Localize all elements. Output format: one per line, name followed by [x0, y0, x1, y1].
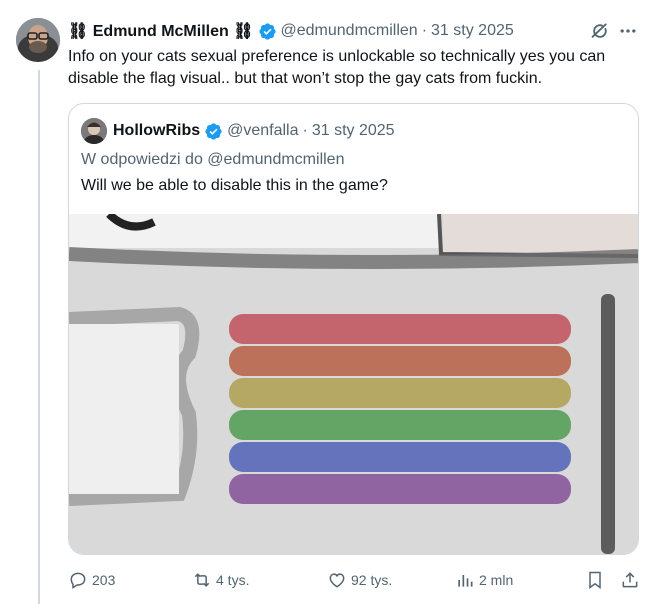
views-icon: [458, 575, 473, 587]
tweet-text: Info on your cats sexual preference is u…: [68, 48, 606, 87]
thread-line: [38, 70, 40, 604]
separator-dot: ·: [421, 22, 428, 39]
tweet-date[interactable]: 31 sty 2025: [431, 22, 514, 40]
quote-avatar[interactable]: [81, 118, 107, 144]
tweet-header: ⛓ Edmund McMillen ⛓ @edmundmcmillen · 31…: [68, 20, 514, 42]
flag-stripe: [229, 410, 571, 440]
quote-verified-badge-icon: [205, 122, 222, 140]
view-count: 2 mln: [479, 572, 514, 588]
quote-date[interactable]: 31 sty 2025: [312, 122, 395, 140]
replying-to: W odpowiedzi do @edmundmcmillen: [81, 151, 345, 168]
bookmark-icon: [589, 571, 601, 589]
quote-author-name[interactable]: HollowRibs: [113, 122, 200, 140]
reply-count: 203: [92, 572, 116, 588]
like-button[interactable]: 92 tys.: [327, 568, 392, 592]
action-bar: 203 4 tys. 92 tys. 2 mln: [68, 568, 640, 592]
repost-icon: [194, 573, 210, 587]
views-button[interactable]: 2 mln: [455, 568, 513, 592]
like-icon: [329, 573, 345, 588]
share-icon: [622, 572, 638, 588]
quote-media-image[interactable]: [69, 214, 638, 554]
verified-badge-icon: [258, 22, 276, 40]
flag-stripe: [229, 474, 571, 504]
like-count: 92 tys.: [351, 572, 393, 588]
quote-author-handle[interactable]: @venfalla: [227, 122, 298, 140]
repost-button[interactable]: 4 tys.: [192, 568, 249, 592]
avatar[interactable]: [16, 18, 60, 62]
share-button[interactable]: [620, 568, 644, 592]
quoted-tweet[interactable]: HollowRibs @venfalla · 31 sty 2025 W odp…: [68, 103, 639, 555]
author-name[interactable]: ⛓ Edmund McMillen ⛓: [68, 21, 254, 41]
quote-separator-dot: ·: [302, 122, 308, 139]
bookmark-button[interactable]: [585, 568, 609, 592]
flag-stripe: [229, 346, 571, 376]
more-icon[interactable]: [618, 21, 638, 41]
reply-icon: [70, 572, 86, 589]
repost-count: 4 tys.: [216, 572, 250, 588]
quote-header: HollowRibs @venfalla · 31 sty 2025: [81, 118, 395, 144]
author-handle[interactable]: @edmundmcmillen: [281, 22, 418, 40]
grok-icon[interactable]: [590, 21, 610, 41]
quote-text: Will we be able to disable this in the g…: [81, 177, 388, 194]
flag-stripe: [229, 378, 571, 408]
reply-button[interactable]: 203: [68, 568, 115, 592]
flag-stripe: [229, 314, 571, 344]
flag-stripe: [229, 442, 571, 472]
